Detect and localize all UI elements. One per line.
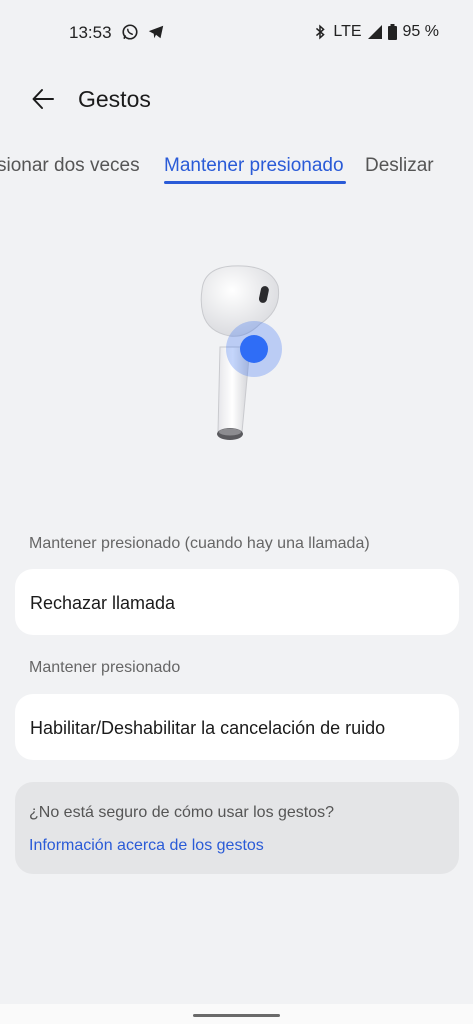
call-action-card[interactable]: Rechazar llamada bbox=[15, 569, 459, 635]
active-tab-indicator bbox=[164, 181, 346, 184]
signal-icon bbox=[367, 25, 382, 39]
tab-press-and-hold[interactable]: Mantener presionado bbox=[164, 155, 344, 177]
status-time: 13:53 bbox=[69, 23, 112, 42]
whatsapp-icon bbox=[122, 24, 138, 40]
tab-press-twice[interactable]: sionar dos veces bbox=[0, 155, 140, 177]
battery-icon bbox=[387, 24, 397, 40]
app-bar: Gestos bbox=[0, 72, 473, 126]
telegram-icon bbox=[148, 25, 164, 39]
page-title: Gestos bbox=[78, 86, 151, 112]
navigation-bar bbox=[0, 1004, 473, 1024]
status-system-icons: LTE 95 % bbox=[313, 23, 439, 41]
status-notification-icons bbox=[121, 23, 165, 41]
earbud-image bbox=[200, 265, 282, 440]
hold-action-value: Habilitar/Deshabilitar la cancelación de… bbox=[30, 718, 386, 738]
battery-level: 95 % bbox=[402, 23, 439, 40]
bluetooth-icon bbox=[316, 24, 326, 40]
call-action-value: Rechazar llamada bbox=[30, 593, 176, 613]
status-bar: 13:53 LTE 95 % bbox=[0, 0, 473, 66]
section-label-hold: Mantener presionado bbox=[29, 659, 181, 676]
back-button[interactable] bbox=[26, 82, 60, 116]
network-type: LTE bbox=[333, 23, 362, 40]
hold-action-card[interactable]: Habilitar/Deshabilitar la cancelación de… bbox=[15, 694, 459, 760]
help-question: ¿No está seguro de cómo usar los gestos? bbox=[29, 804, 335, 821]
section-label-call: Mantener presionado (cuando hay una llam… bbox=[29, 535, 370, 552]
arrow-back-icon bbox=[32, 89, 54, 109]
tab-swipe[interactable]: Deslizar bbox=[365, 155, 434, 177]
gesture-tabs: sionar dos veces Mantener presionado Des… bbox=[0, 148, 473, 190]
gesture-nav-handle[interactable] bbox=[193, 1014, 280, 1017]
gestures-info-link[interactable]: Información acerca de los gestos bbox=[29, 837, 264, 855]
earbud-illustration bbox=[190, 262, 290, 452]
help-card: ¿No está seguro de cómo usar los gestos?… bbox=[15, 782, 459, 874]
